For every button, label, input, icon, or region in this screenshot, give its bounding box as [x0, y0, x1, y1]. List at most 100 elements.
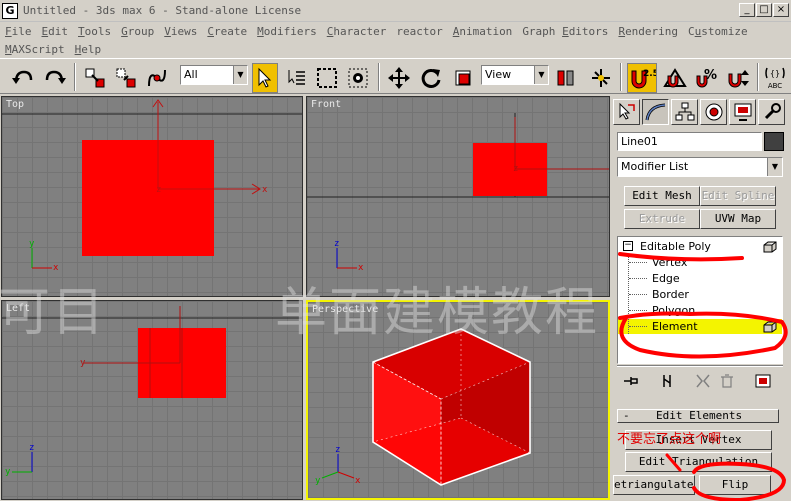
modifier-stack[interactable]: − Editable Poly Vertex Edge Border Polygon E… [617, 236, 783, 364]
modifier-list-dropdown[interactable]: Modifier List ▼ [617, 157, 783, 177]
menu-item-file[interactable]: File [5, 25, 32, 38]
bind-to-space-warp-icon[interactable] [144, 63, 170, 93]
menu-item-animation[interactable]: Animation [453, 25, 513, 38]
abc-label: ABC [768, 82, 782, 90]
select-and-move-icon[interactable] [386, 63, 412, 93]
stack-subitem-label: Border [652, 288, 689, 301]
modifier-list-value: Modifier List [621, 160, 689, 173]
svg-text:{}: {} [770, 69, 780, 78]
spinner-snap-icon[interactable] [725, 63, 753, 93]
hierarchy-tab-icon[interactable] [671, 99, 698, 125]
select-by-name-icon[interactable] [283, 63, 309, 93]
select-and-rotate-icon[interactable] [418, 63, 444, 93]
menu-item-create[interactable]: Create [207, 25, 247, 38]
chevron-down-icon: ▼ [534, 66, 548, 84]
menu-item-edit[interactable]: Edit [42, 25, 69, 38]
edit-triangulation-button[interactable]: Edit Triangulation [625, 452, 772, 472]
stack-subitem-polygon[interactable]: Polygon [618, 303, 782, 318]
object-name-field[interactable]: Line01 [617, 132, 762, 151]
menu-row-secondary: MAXScript Help [5, 40, 791, 58]
snap-value: 2.5 [643, 69, 656, 79]
select-and-manipulate-icon[interactable] [588, 63, 614, 93]
flip-button[interactable]: Flip [699, 475, 771, 495]
menu-item-views[interactable]: Views [164, 25, 197, 38]
chevron-down-icon: ▼ [233, 66, 247, 84]
viewport-top[interactable]: Top x z y x [1, 96, 303, 297]
close-button[interactable]: × [773, 3, 789, 17]
display-tab-icon[interactable] [729, 99, 756, 125]
viewport-perspective[interactable]: Perspective z x y [306, 300, 610, 500]
extrude-button[interactable]: Extrude [624, 209, 700, 229]
selection-filter-dropdown[interactable]: All ▼ [180, 65, 248, 85]
create-tab-icon[interactable] [613, 99, 640, 125]
title-bar: G Untitled - 3ds max 6 - Stand-alone Lic… [0, 0, 791, 22]
snap-toggle-icon[interactable]: 2.5 [627, 63, 657, 93]
remove-modifier-icon[interactable] [717, 371, 737, 391]
pin-stack-icon[interactable] [621, 371, 641, 391]
minimize-button[interactable]: _ [739, 3, 755, 17]
window-title: Untitled - 3ds max 6 - Stand-alone Licen… [23, 4, 302, 17]
menu-bar: File Edit Tools Group Views Create Modifiers Ch… [0, 22, 791, 58]
menu-item-help[interactable]: Help [75, 43, 102, 56]
edit-named-selection-icon[interactable]: {} ABC [762, 63, 788, 93]
stack-subitem-element[interactable]: Element [618, 319, 782, 334]
cube-icon [763, 321, 777, 333]
top-axis-x-label: x [262, 185, 268, 195]
menu-item-group[interactable]: Group [121, 25, 154, 38]
menu-item-tools[interactable]: Tools [78, 25, 111, 38]
menu-item-customize[interactable]: Customize [688, 25, 748, 38]
stack-subitem-label: Polygon [652, 304, 696, 317]
show-end-result-icon[interactable] [657, 371, 677, 391]
modify-tab-icon[interactable] [642, 99, 669, 125]
stack-subitem-label: Vertex [652, 256, 688, 269]
viewport-left[interactable]: Left y z y [1, 300, 303, 500]
stack-item-editable-poly[interactable]: − Editable Poly [618, 239, 782, 254]
undo-icon[interactable] [10, 63, 36, 93]
stack-subitem-label: Edge [652, 272, 680, 285]
collapse-icon[interactable]: − [623, 241, 633, 251]
menu-item-rendering[interactable]: Rendering [618, 25, 678, 38]
edit-spline-button[interactable]: Edit Spline [700, 186, 776, 206]
persp-gizmo-x-label: x [355, 476, 361, 486]
stack-subitem-vertex[interactable]: Vertex [618, 255, 782, 270]
selection-filter-value: All [184, 68, 198, 81]
rectangular-selection-region-icon[interactable] [314, 63, 340, 93]
pivot-center-icon[interactable] [553, 63, 579, 93]
front-gizmo-z-label: z [334, 239, 339, 249]
unlink-selection-icon[interactable] [113, 63, 139, 93]
stack-subitem-border[interactable]: Border [618, 287, 782, 302]
app-icon[interactable]: G [2, 2, 18, 19]
menu-item-character[interactable]: Character [327, 25, 387, 38]
top-gizmo-y-label: y [29, 239, 35, 249]
front-axis-z-label: z [513, 164, 518, 174]
edit-mesh-button[interactable]: Edit Mesh [624, 186, 700, 206]
select-and-link-icon[interactable] [82, 63, 108, 93]
menu-item-maxscript[interactable]: MAXScript [5, 43, 65, 56]
edit-elements-rollout-header[interactable]: - Edit Elements [617, 409, 779, 423]
stack-subitem-edge[interactable]: Edge [618, 271, 782, 286]
motion-tab-icon[interactable] [700, 99, 727, 125]
reference-coordinate-dropdown[interactable]: View ▼ [481, 65, 549, 85]
configure-modifier-sets-icon[interactable] [753, 371, 773, 391]
menu-item-reactor[interactable]: reactor [396, 25, 442, 38]
make-unique-icon[interactable] [693, 371, 713, 391]
main-toolbar: All ▼ View ▼ 2.5 % {} ABC [0, 58, 791, 94]
reference-coordinate-value: View [485, 68, 512, 81]
viewport-front[interactable]: Front z z x [306, 96, 610, 297]
uvw-map-button[interactable]: UVW Map [700, 209, 776, 229]
percent-snap-icon[interactable]: % [693, 63, 721, 93]
object-color-swatch[interactable] [764, 132, 784, 151]
chevron-down-icon: ▼ [767, 158, 782, 176]
maximize-button[interactable]: □ [756, 3, 772, 17]
select-object-icon[interactable] [252, 63, 278, 93]
angle-snap-icon[interactable] [661, 63, 689, 93]
menu-item-modifiers[interactable]: Modifiers [257, 25, 317, 38]
left-gizmo-y-label: y [5, 467, 11, 477]
redo-icon[interactable] [42, 63, 68, 93]
window-crossing-icon[interactable] [345, 63, 371, 93]
utilities-tab-icon[interactable] [758, 99, 785, 125]
menu-item-graph-editors[interactable]: Graph Editors [522, 25, 608, 38]
retriangulate-button[interactable]: etriangulate [613, 475, 695, 495]
select-and-scale-icon[interactable] [450, 63, 476, 93]
command-panel: Line01 Modifier List ▼ Edit Mesh Edit Sp… [611, 95, 791, 501]
